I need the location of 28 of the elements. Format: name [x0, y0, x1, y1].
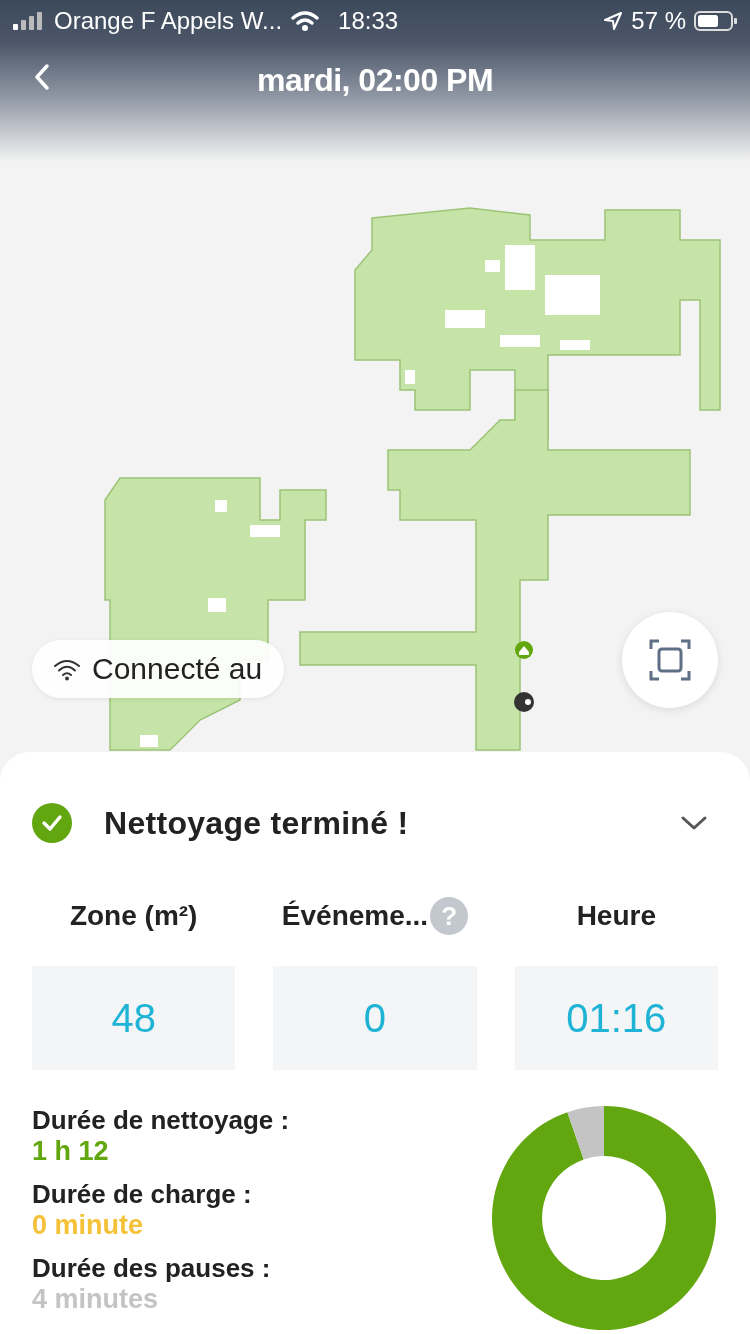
check-circle-icon [32, 803, 72, 843]
duration-value: 4 minutes [32, 1284, 160, 1314]
header-title: mardi, 02:00 PM [255, 62, 495, 99]
stat-value: 01:16 [514, 966, 718, 1070]
fit-to-screen-icon [649, 639, 691, 681]
duration-value: 0 minute [32, 1210, 145, 1240]
wifi-icon [52, 657, 82, 681]
carrier-name: Orange F Appels W... [54, 7, 283, 35]
duration-label: Durée des pauses : [32, 1252, 272, 1284]
stat-label: Événeme... [281, 900, 429, 932]
wifi-icon [290, 10, 321, 32]
expand-button[interactable] [680, 815, 708, 831]
help-button[interactable]: ? [430, 897, 469, 935]
cleaning-status: Nettoyage terminé ! [104, 804, 410, 842]
stat-value: 48 [32, 966, 236, 1070]
robot-icon [514, 692, 534, 712]
battery-icon [694, 10, 738, 32]
clock-time: 18:33 [338, 7, 399, 35]
dock-icon [515, 641, 533, 659]
battery-percentage: 57 % [631, 7, 686, 35]
location-arrow-icon [603, 11, 624, 31]
duration-label: Durée de nettoyage : [32, 1104, 290, 1136]
connection-status: Connecté au [92, 652, 263, 686]
duration-label: Durée de charge : [32, 1178, 253, 1210]
duration-value: 1 h 12 [32, 1136, 110, 1166]
stat-label: Zone (m²) [69, 900, 198, 932]
stat-label: Heure [576, 900, 656, 932]
stat-value: 0 [273, 966, 477, 1070]
